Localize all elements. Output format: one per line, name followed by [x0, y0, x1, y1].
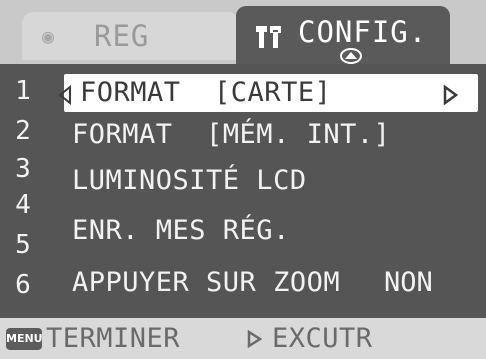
menu-item-enr-mes-reg[interactable]: ENR. MES RÉG.: [72, 212, 290, 250]
menu-item-luminosite-lcd[interactable]: LUMINOSITÉ LCD: [72, 162, 307, 200]
menu-item-value-zoom: NON: [384, 267, 433, 298]
terminer-label: TERMINER: [46, 323, 181, 354]
row-number-3: 3: [15, 154, 31, 184]
camera-icon: ◉: [42, 24, 55, 48]
arrow-right-icon: [247, 330, 262, 348]
bottom-help-bar: MENU TERMINER EXCUTR: [0, 318, 486, 359]
arrow-left-icon: [58, 85, 71, 105]
row-number-2: 2: [15, 116, 31, 146]
row-number-5: 5: [15, 230, 31, 260]
menu-item-appuyer-sur-zoom[interactable]: APPUYER SUR ZOOM: [72, 264, 340, 302]
menu-item-format-carte[interactable]: FORMAT [CARTE]: [64, 74, 478, 112]
config-menu-list: 1 FORMAT [CARTE] 2 FORMAT [MÉM. INT.] 3 …: [0, 64, 486, 318]
tab-bar: ◉ REG PRISE CONFIG.: [0, 0, 486, 101]
executer-label: EXCUTR: [272, 323, 373, 354]
arrow-right-icon: [443, 85, 458, 105]
menu-item-label: FORMAT [CARTE]: [80, 77, 332, 108]
wrench-hammer-icon: [256, 26, 281, 48]
row-number-4: 4: [15, 190, 31, 220]
menu-item-format-mem-int[interactable]: FORMAT [MÉM. INT.]: [72, 116, 390, 154]
scroll-up-icon: [340, 48, 362, 64]
camera-menu-screen: ◉ REG PRISE CONFIG. 1 FORMAT [CARTE]: [0, 0, 486, 359]
tab-reg-prise[interactable]: ◉ REG PRISE: [22, 12, 240, 101]
row-number-6: 6: [15, 270, 31, 300]
row-number-1: 1: [15, 76, 31, 106]
tab-config[interactable]: CONFIG.: [236, 6, 450, 64]
menu-button-icon: MENU: [6, 328, 43, 350]
